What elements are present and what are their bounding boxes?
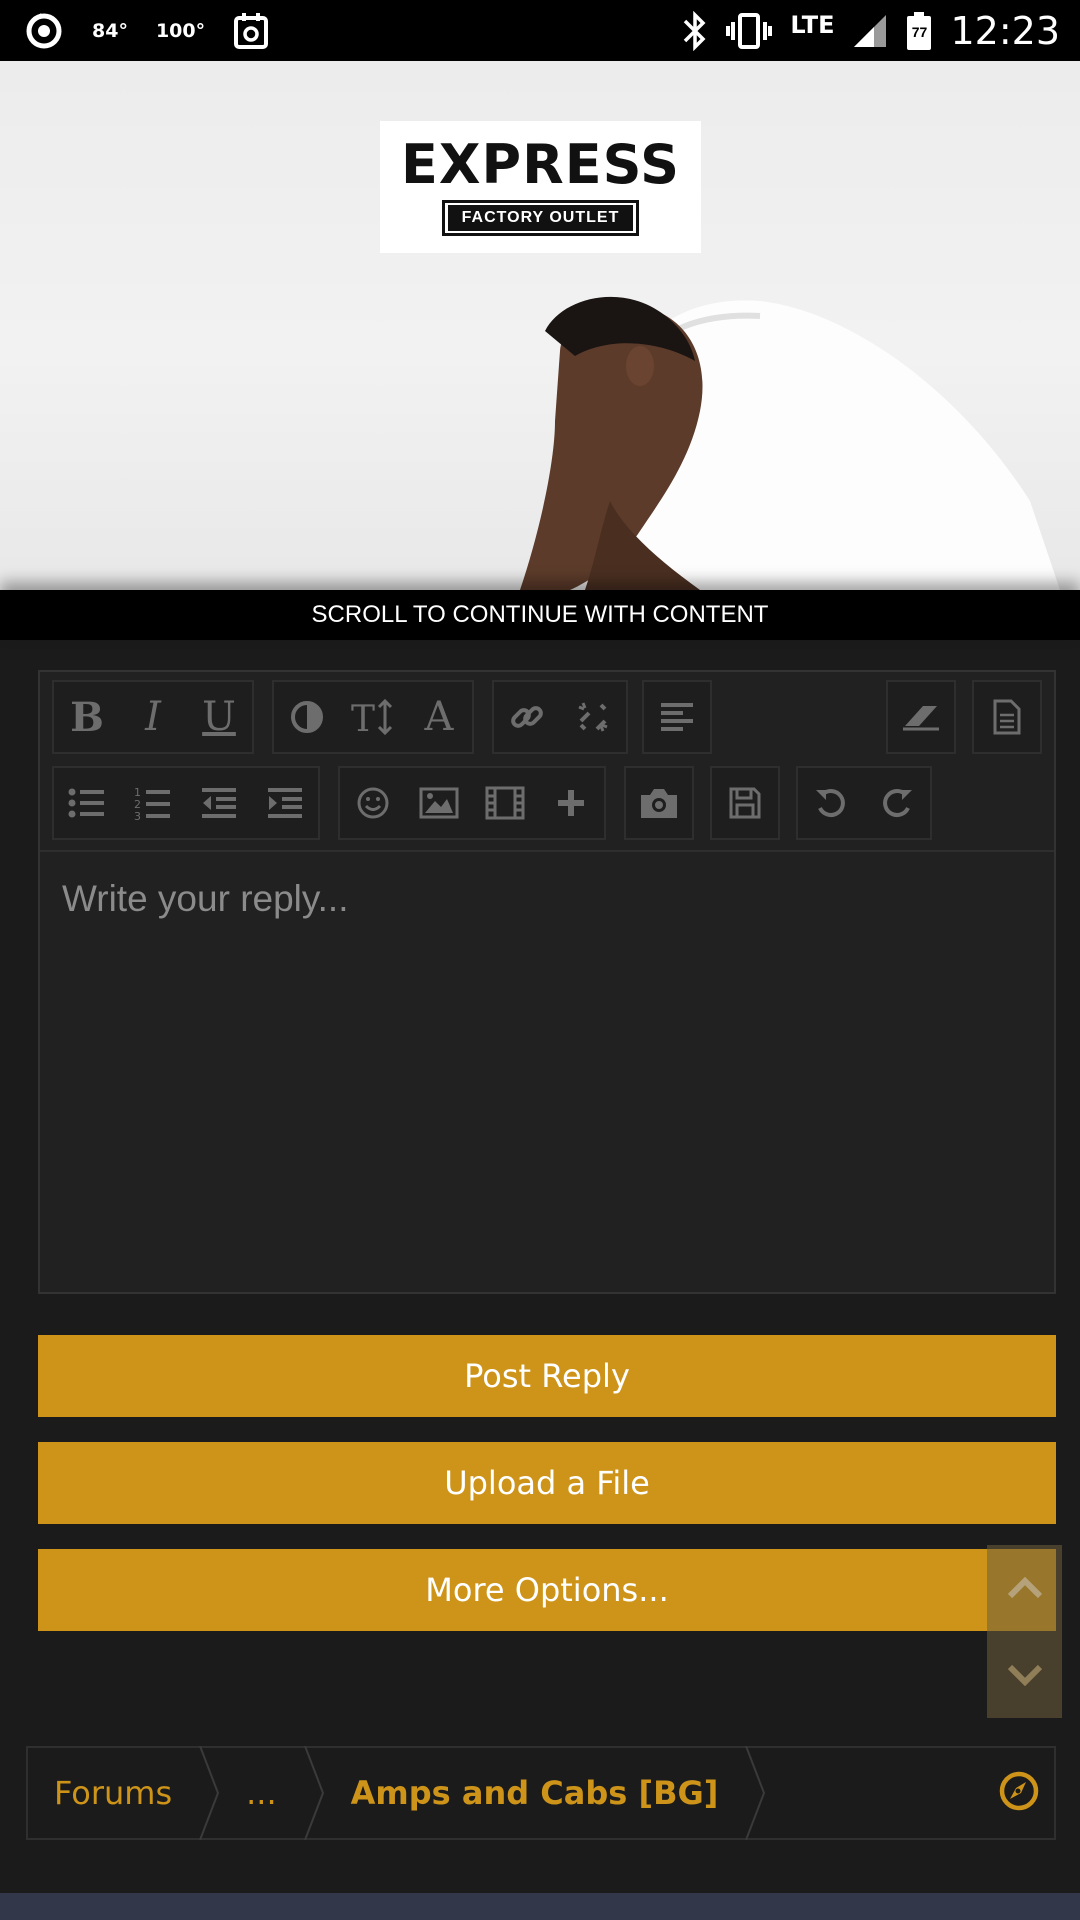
battery-level: 77: [911, 23, 928, 40]
save-draft-icon[interactable]: [712, 768, 778, 838]
app-notification-icon: [24, 11, 64, 51]
redo-icon[interactable]: [864, 768, 930, 838]
save-group: [710, 766, 780, 840]
numbered-list-icon[interactable]: 123: [120, 768, 186, 838]
reply-placeholder: Write your reply...: [62, 878, 349, 919]
undo-icon[interactable]: [798, 768, 864, 838]
insert-group: [338, 766, 606, 840]
ad-sub-brand: FACTORY OUTLET: [447, 205, 634, 231]
scroll-down-button[interactable]: [987, 1632, 1062, 1718]
indent-icon[interactable]: [252, 768, 318, 838]
smiley-icon[interactable]: [340, 768, 406, 838]
bullet-list-icon[interactable]: [54, 768, 120, 838]
unlink-icon[interactable]: [560, 682, 626, 752]
weather-temp: 84°: [92, 19, 128, 42]
advertisement-banner[interactable]: EXPRESS FACTORY OUTLET: [0, 61, 1080, 590]
source-group: [972, 680, 1042, 754]
chevron-up-icon: [1007, 1577, 1042, 1599]
breadcrumb: Forums ... Amps and Cabs [BG]: [26, 1746, 1056, 1840]
svg-text:3: 3: [134, 810, 141, 821]
scroll-up-button[interactable]: [987, 1545, 1062, 1631]
network-type: LTE: [790, 10, 835, 39]
image-icon[interactable]: [406, 768, 472, 838]
footer-strip: [0, 1893, 1080, 1920]
list-group: 123: [52, 766, 320, 840]
camera-icon[interactable]: [626, 768, 692, 838]
chevron-down-icon: [1007, 1664, 1042, 1686]
breadcrumb-label: ...: [246, 1774, 277, 1812]
breadcrumb-label: Amps and Cabs [BG]: [350, 1774, 719, 1812]
scroll-controls: [987, 1545, 1062, 1718]
italic-icon[interactable]: I: [120, 682, 186, 752]
ad-brand-name: EXPRESS: [401, 133, 680, 196]
breadcrumb-item-ellipsis[interactable]: ...: [220, 1748, 303, 1838]
post-reply-button[interactable]: Post Reply: [38, 1335, 1056, 1417]
breadcrumb-separator: [745, 1746, 766, 1840]
signal-icon: [852, 13, 888, 49]
color-icon[interactable]: [274, 682, 340, 752]
breadcrumb-label: Forums: [54, 1774, 173, 1812]
status-bar: 84° 100° LTE 77 12:23: [0, 0, 1080, 61]
clear-format-group: [886, 680, 956, 754]
breadcrumb-separator: [303, 1746, 324, 1840]
editor-toolbar: B I U T A 1 2 3: [40, 672, 1054, 852]
scroll-to-continue-banner[interactable]: SCROLL TO CONTINUE WITH CONTENT: [0, 590, 1080, 640]
font-group: T A: [272, 680, 474, 754]
reply-editor[interactable]: B I U T A 1 2 3 Write your reply...: [38, 670, 1056, 1294]
calendar-camera-icon: [233, 12, 269, 50]
reply-textarea[interactable]: Write your reply...: [40, 850, 1054, 1292]
align-left-icon[interactable]: [644, 682, 710, 752]
link-icon[interactable]: [494, 682, 560, 752]
breadcrumb-item-amps-and-cabs[interactable]: Amps and Cabs [BG]: [325, 1748, 745, 1838]
text-style-group: B I U: [52, 680, 254, 754]
svg-text:T: T: [351, 699, 375, 737]
upload-file-button[interactable]: Upload a File: [38, 1442, 1056, 1524]
weather-temp-high: 100°: [155, 19, 206, 42]
underline-icon[interactable]: U: [186, 682, 252, 752]
plus-icon[interactable]: [538, 768, 604, 838]
link-group: [492, 680, 628, 754]
ad-logo: EXPRESS FACTORY OUTLET: [380, 121, 701, 253]
bold-icon[interactable]: B: [54, 682, 120, 752]
outdent-icon[interactable]: [186, 768, 252, 838]
video-icon[interactable]: [472, 768, 538, 838]
history-group: [796, 766, 932, 840]
breadcrumb-separator: [199, 1746, 220, 1840]
camera-group: [624, 766, 694, 840]
document-icon[interactable]: [974, 682, 1040, 752]
bluetooth-icon: [682, 10, 708, 51]
breadcrumb-item-forums[interactable]: Forums: [28, 1748, 198, 1838]
battery-icon: 77: [906, 11, 932, 51]
compass-icon[interactable]: [998, 1770, 1040, 1817]
font-family-icon[interactable]: A: [406, 682, 472, 752]
clock: 12:23: [950, 8, 1060, 53]
eraser-icon[interactable]: [888, 682, 954, 752]
vibrate-icon: [726, 11, 773, 51]
font-size-icon[interactable]: T: [340, 682, 406, 752]
more-options-button[interactable]: More Options...: [38, 1549, 1056, 1631]
align-group: [642, 680, 712, 754]
